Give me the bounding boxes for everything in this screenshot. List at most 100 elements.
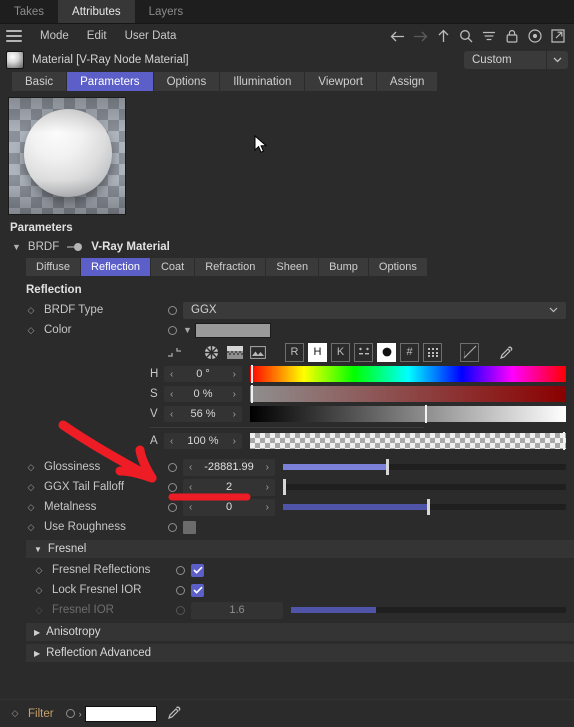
filter-input[interactable]: [84, 705, 157, 722]
metalness-slider[interactable]: [283, 499, 566, 515]
keyframe-diamond-icon[interactable]: ◇: [26, 305, 36, 316]
glossiness-slider-handle[interactable]: [386, 459, 390, 475]
saturation-input[interactable]: ‹ 0 % ›: [164, 386, 242, 402]
brdf-tab-sheen[interactable]: Sheen: [266, 258, 319, 276]
brdf-type-select[interactable]: GGX: [183, 301, 566, 319]
chevron-right-icon[interactable]: ›: [233, 369, 236, 380]
glossiness-slider[interactable]: [283, 459, 566, 475]
chevron-right-icon[interactable]: ›: [233, 389, 236, 400]
metalness-slider-handle[interactable]: [427, 499, 431, 515]
chevron-right-icon[interactable]: ›: [233, 436, 236, 447]
forward-arrow-icon[interactable]: [412, 28, 428, 44]
hex-mode-button[interactable]: #: [400, 342, 419, 362]
value-gradient-slider[interactable]: [250, 405, 566, 423]
brdf-tab-diffuse[interactable]: Diffuse: [26, 258, 81, 276]
eyedropper-icon[interactable]: [167, 705, 182, 723]
chevron-left-icon[interactable]: ‹: [170, 369, 173, 380]
preset-select[interactable]: Custom: [464, 51, 568, 69]
image-icon[interactable]: [248, 343, 267, 362]
keyframe-diamond-icon[interactable]: ◇: [10, 708, 20, 719]
animation-track-icon[interactable]: [168, 462, 177, 472]
brdf-tab-options[interactable]: Options: [368, 258, 427, 276]
chevron-down-icon[interactable]: ▼: [12, 242, 21, 252]
reflection-advanced-group-header[interactable]: ▶ Reflection Advanced: [26, 644, 574, 662]
chevron-left-icon[interactable]: ‹: [189, 482, 192, 493]
color-wheel-icon[interactable]: [202, 343, 221, 362]
fresnel-ior-slider[interactable]: [291, 607, 566, 613]
chevron-left-icon[interactable]: ‹: [189, 462, 192, 473]
animation-track-icon[interactable]: [168, 482, 177, 492]
hue-slider-handle[interactable]: [251, 365, 254, 383]
value-slider-handle[interactable]: [425, 405, 428, 423]
menu-user-data[interactable]: User Data: [116, 30, 186, 42]
back-arrow-icon[interactable]: [389, 28, 405, 44]
tab-viewport[interactable]: Viewport: [305, 72, 376, 91]
rgb-mode-button[interactable]: R: [285, 342, 304, 362]
hue-gradient-slider[interactable]: [250, 365, 566, 383]
fresnel-ior-input[interactable]: 1.6: [191, 601, 283, 619]
tab-illumination[interactable]: Illumination: [220, 72, 305, 91]
brdf-tab-coat[interactable]: Coat: [150, 258, 195, 276]
ggx-tail-falloff-slider-handle[interactable]: [283, 479, 286, 495]
animation-track-icon[interactable]: [168, 305, 177, 315]
chevron-right-icon[interactable]: ›: [233, 409, 236, 420]
alpha-input[interactable]: ‹ 100 % ›: [164, 433, 242, 449]
chevron-right-icon[interactable]: ›: [266, 482, 269, 493]
keyframe-diamond-icon[interactable]: ◇: [26, 502, 36, 513]
animation-track-icon[interactable]: [176, 585, 185, 595]
brdf-tab-refraction[interactable]: Refraction: [195, 258, 266, 276]
chevron-right-icon[interactable]: ›: [79, 709, 82, 719]
kelvin-mode-button[interactable]: K: [331, 342, 350, 362]
material-preview-sphere[interactable]: [8, 97, 126, 215]
up-arrow-icon[interactable]: [435, 28, 451, 44]
hamburger-menu-icon[interactable]: [6, 30, 22, 42]
keyframe-diamond-icon[interactable]: ◇: [26, 522, 36, 533]
chevron-right-icon[interactable]: ›: [266, 502, 269, 513]
chevron-right-icon[interactable]: ›: [266, 462, 269, 473]
keyframe-diamond-icon[interactable]: ◇: [26, 462, 36, 473]
filter-icon[interactable]: [481, 28, 497, 44]
animation-track-icon[interactable]: [168, 502, 177, 512]
brdf-tab-bump[interactable]: Bump: [319, 258, 368, 276]
lock-fresnel-ior-checkbox[interactable]: [191, 583, 204, 597]
metalness-input[interactable]: ‹ 0 ›: [183, 498, 275, 516]
keyframe-diamond-icon[interactable]: ◇: [34, 565, 44, 576]
animation-track-icon[interactable]: [65, 709, 75, 718]
animation-track-icon[interactable]: [168, 325, 177, 335]
tab-attributes[interactable]: Attributes: [58, 0, 135, 23]
alpha-gradient-slider[interactable]: [250, 432, 566, 450]
curve-icon[interactable]: [460, 342, 479, 362]
chevron-left-icon[interactable]: ‹: [170, 409, 173, 420]
glossiness-input[interactable]: ‹ -28881.99 ›: [183, 458, 275, 476]
menu-edit[interactable]: Edit: [78, 30, 116, 42]
animation-track-icon[interactable]: [176, 565, 185, 575]
circle-mode-button[interactable]: [377, 342, 396, 362]
ggx-tail-falloff-input[interactable]: ‹ 2 ›: [183, 478, 275, 496]
keyframe-diamond-icon[interactable]: ◇: [34, 585, 44, 596]
animation-track-icon[interactable]: [168, 522, 177, 532]
hsv-mode-button[interactable]: H: [308, 342, 327, 362]
keyframe-diamond-icon[interactable]: ◇: [26, 325, 36, 336]
chevron-down-icon[interactable]: ▼: [183, 325, 192, 335]
hue-input[interactable]: ‹ 0 ° ›: [164, 366, 242, 382]
lock-icon[interactable]: [504, 28, 520, 44]
chevron-left-icon[interactable]: ‹: [189, 502, 192, 513]
gradient-icon[interactable]: [225, 343, 244, 362]
tab-parameters[interactable]: Parameters: [67, 72, 153, 91]
material-thumbnail-icon[interactable]: [6, 51, 24, 69]
fresnel-reflections-checkbox[interactable]: [191, 563, 204, 577]
color-swatch[interactable]: [194, 322, 271, 338]
open-external-icon[interactable]: [550, 28, 566, 44]
mixer-mode-button[interactable]: [354, 342, 373, 362]
alpha-slider-handle[interactable]: [563, 432, 566, 450]
tab-takes[interactable]: Takes: [0, 0, 58, 23]
anisotropy-group-header[interactable]: ▶ Anisotropy: [26, 623, 574, 641]
keyframe-diamond-icon[interactable]: ◇: [26, 482, 36, 493]
menu-mode[interactable]: Mode: [31, 30, 78, 42]
link-icon[interactable]: [66, 242, 84, 252]
swatches-mode-button[interactable]: [423, 342, 442, 362]
tab-options[interactable]: Options: [153, 72, 220, 91]
saturation-slider-handle[interactable]: [251, 385, 254, 403]
saturation-gradient-slider[interactable]: [250, 385, 566, 403]
chevron-left-icon[interactable]: ‹: [170, 389, 173, 400]
